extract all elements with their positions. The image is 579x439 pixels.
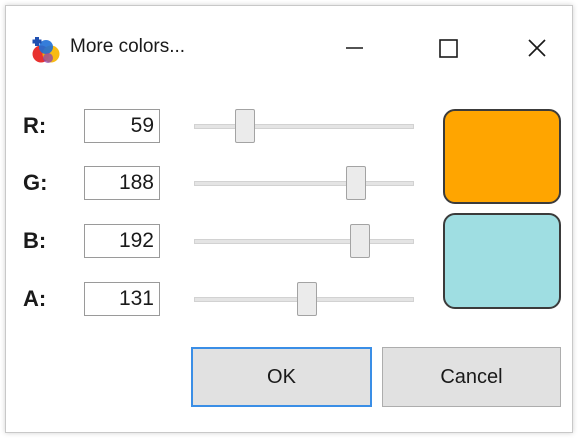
title-bar[interactable]: More colors... (6, 6, 572, 86)
maximize-button[interactable] (420, 26, 480, 70)
green-slider-thumb[interactable] (346, 166, 366, 200)
alpha-label: A: (23, 286, 47, 311)
green-label: G: (23, 170, 48, 195)
new-color-swatch (443, 213, 561, 309)
minimize-icon (346, 47, 363, 49)
red-slider-thumb[interactable] (235, 109, 255, 143)
red-value-input[interactable] (84, 109, 160, 143)
color-palette-icon (32, 37, 60, 63)
blue-value-input[interactable] (84, 224, 160, 258)
cancel-button[interactable]: Cancel (382, 347, 561, 407)
more-colors-dialog: More colors... R: G: B: (5, 5, 573, 433)
green-value-input[interactable] (84, 166, 160, 200)
blue-slider[interactable] (194, 224, 414, 260)
ok-button[interactable]: OK (191, 347, 372, 407)
red-slider-track (194, 124, 414, 129)
alpha-value-input[interactable] (84, 282, 160, 316)
alpha-slider-thumb[interactable] (297, 282, 317, 316)
close-button[interactable] (508, 26, 568, 70)
blue-slider-thumb[interactable] (350, 224, 370, 258)
alpha-slider[interactable] (194, 282, 414, 318)
maximize-icon (439, 39, 458, 58)
red-slider[interactable] (194, 109, 414, 145)
red-label: R: (23, 113, 47, 138)
original-color-swatch (443, 109, 561, 204)
close-icon (528, 39, 546, 57)
green-slider[interactable] (194, 166, 414, 202)
blue-slider-track (194, 239, 414, 244)
minimize-button[interactable] (325, 26, 385, 70)
window-title: More colors... (70, 36, 186, 57)
green-slider-track (194, 181, 414, 186)
blue-label: B: (23, 228, 47, 253)
